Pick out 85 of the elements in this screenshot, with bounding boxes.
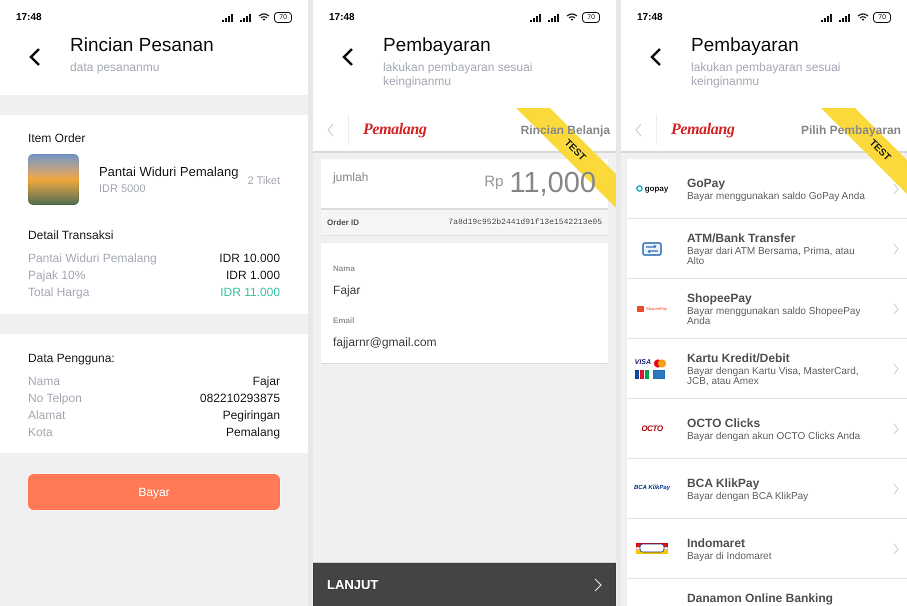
amex-icon [653, 370, 665, 380]
chevron-right-icon [893, 182, 899, 194]
merchant-logo: Pemalang [671, 122, 734, 138]
chevron-left-icon [327, 122, 334, 136]
screen-subtitle: data pesananmu [70, 60, 160, 74]
amount-label: jumlah [333, 169, 368, 186]
merchant-logo: Pemalang [363, 122, 426, 138]
jcb-icon [634, 370, 649, 380]
payment-method-row[interactable]: ATM/Bank Transfer Bayar dari ATM Bersama, Prima, atau Alto [627, 219, 907, 279]
field-value: fajjarnr@gmail.com [333, 334, 438, 351]
status-time: 17:48 [16, 11, 42, 25]
status-time: 17:48 [329, 11, 355, 25]
method-name: Indomaret [687, 536, 746, 550]
store-logo-icon [636, 543, 668, 554]
chevron-right-icon [893, 302, 899, 314]
row-value: Fajar [252, 373, 280, 390]
method-description: Bayar dari ATM Bersama, Prima, atau Alto [687, 246, 856, 266]
field-value: Fajar [333, 282, 362, 299]
screen-title: Pembayaran [383, 35, 492, 57]
chevron-right-icon [594, 578, 602, 592]
back-icon [29, 47, 41, 67]
screen-subtitle: lakukan pembayaran sesuai keinginanmu [691, 60, 842, 88]
amount-value: 11,000 [509, 168, 596, 198]
method-name: OCTO Clicks [687, 416, 762, 430]
wifi-icon [857, 13, 870, 22]
row-label: No Telpon [28, 390, 82, 407]
method-name: ATM/Bank Transfer [687, 230, 796, 246]
row-value: Pemalang [226, 424, 280, 441]
field-label: Nama [333, 263, 356, 275]
logo-text: gopay [644, 182, 668, 194]
order-id-label: Order ID [327, 216, 360, 228]
screen-title: Rincian Pesanan [70, 35, 215, 57]
payment-method-row[interactable]: Danamon Online Banking [627, 579, 907, 606]
next-button[interactable]: LANJUT [313, 562, 616, 606]
card-transfer-icon [642, 242, 662, 256]
row-label: Nama [28, 373, 60, 390]
row-value: IDR 10.000 [219, 250, 280, 267]
method-name: ShopeePay [687, 290, 753, 306]
method-description: Bayar dengan BCA KlikPay [687, 492, 810, 502]
chevron-right-icon [893, 362, 899, 374]
row-label: Pantai Widuri Pemalang [28, 250, 157, 267]
screen-subtitle: lakukan pembayaran sesuai keinginanmu [383, 60, 534, 88]
currency: Rp [484, 172, 504, 192]
chevron-right-icon [893, 422, 899, 434]
method-name: Kartu Kredit/Debit [687, 350, 791, 366]
item-price: IDR 5000 [99, 182, 146, 197]
mastercard-icon [653, 358, 667, 368]
row-label: Kota [28, 424, 53, 441]
back-icon [650, 47, 662, 67]
payment-method-row[interactable]: OCTO OCTO Clicks Bayar dengan akun OCTO Clicks Anda [627, 399, 907, 459]
ticket-quantity: 2 Tiket [248, 174, 280, 189]
payment-method-row[interactable]: Indomaret Bayar di Indomaret [627, 519, 907, 579]
method-name: BCA KlikPay [687, 476, 760, 490]
method-description: Bayar menggunakan saldo GoPay Anda [687, 192, 866, 202]
section-heading: Data Pengguna: [28, 350, 116, 367]
row-value: 082210293875 [200, 390, 280, 407]
wifi-icon [566, 13, 578, 22]
method-name: GoPay [687, 176, 726, 190]
chevron-right-icon [893, 242, 899, 254]
row-label: Alamat [28, 407, 66, 424]
back-icon [342, 47, 354, 67]
method-description: Bayar dengan akun OCTO Clicks Anda [687, 432, 862, 442]
order-id-value: 7a8d19c952b2441d91f13e1542213e05 [448, 216, 602, 228]
chevron-right-icon [893, 482, 899, 494]
item-name: Pantai Widuri Pemalang [99, 162, 238, 181]
ring-icon [636, 185, 643, 192]
wifi-icon [258, 13, 270, 22]
row-label: Pajak 10% [28, 267, 86, 284]
photo-placeholder [28, 154, 79, 205]
method-name: Danamon Online Banking [687, 591, 834, 606]
row-value: Pegiringan [222, 407, 280, 424]
section-heading: Item Order [28, 130, 86, 147]
method-description: Bayar di Indomaret [687, 552, 772, 562]
octo-logo: OCTO [641, 422, 663, 434]
row-label: Total Harga [28, 284, 90, 301]
row-value: IDR 11.000 [220, 284, 280, 301]
section-heading: Detail Transaksi [28, 227, 114, 244]
screen-title: Pembayaran [691, 35, 800, 57]
chevron-right-icon [893, 542, 899, 554]
row-value: IDR 1.000 [226, 267, 280, 284]
field-label: Email [333, 315, 356, 327]
chevron-left-icon [635, 122, 642, 136]
method-description: Bayar menggunakan saldo ShopeePay Anda [687, 306, 862, 326]
method-description: Bayar dengan Kartu Visa, MasterCard, JCB, atau Amex [687, 366, 860, 386]
status-time: 17:48 [637, 11, 663, 25]
